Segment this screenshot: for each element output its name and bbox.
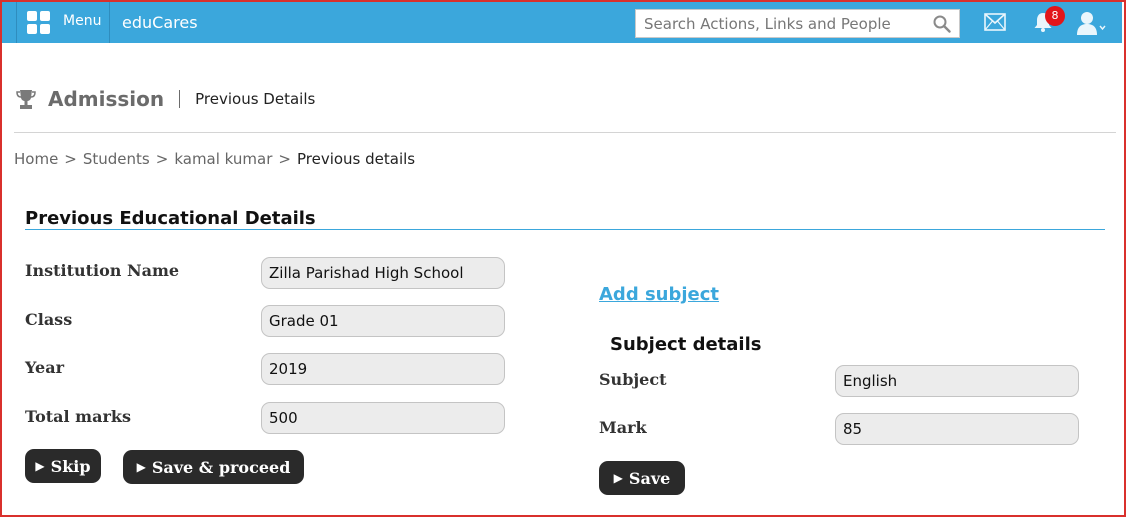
breadcrumb-student-name[interactable]: kamal kumar (174, 150, 272, 168)
menu-label: Menu (63, 13, 102, 29)
save-proceed-button[interactable]: ▶ Save & proceed (123, 450, 304, 484)
breadcrumb-separator: > (278, 150, 291, 168)
page-subtitle: Previous Details (195, 90, 316, 108)
page-header: Admission Previous Details (16, 86, 315, 112)
total-marks-input[interactable] (261, 402, 505, 434)
title-separator (179, 90, 181, 108)
skip-label: Skip (50, 456, 91, 476)
breadcrumb-current: Previous details (296, 150, 416, 168)
page-title: Admission (48, 87, 165, 111)
breadcrumb-separator: > (64, 150, 77, 168)
breadcrumb-home[interactable]: Home (14, 150, 58, 168)
subject-label: Subject (599, 370, 667, 389)
play-icon: ▶ (613, 471, 623, 485)
save-proceed-label: Save & proceed (151, 457, 291, 477)
play-icon: ▶ (35, 459, 45, 473)
total-marks-label: Total marks (25, 407, 131, 426)
search-box (635, 9, 960, 38)
year-input[interactable] (261, 353, 505, 385)
year-label: Year (25, 358, 65, 377)
subject-input[interactable] (835, 365, 1079, 397)
mail-icon[interactable] (984, 13, 1006, 31)
subject-details-title: Subject details (610, 334, 762, 355)
play-icon: ▶ (136, 460, 146, 474)
education-section-title: Previous Educational Details (25, 208, 316, 229)
institution-name-input[interactable] (261, 257, 505, 289)
class-input[interactable] (261, 305, 505, 337)
brand-link[interactable]: eduCares (122, 13, 198, 32)
mark-label: Mark (599, 418, 647, 437)
breadcrumb: Home > Students > kamal kumar > Previous detai… (14, 150, 415, 168)
mark-input[interactable] (835, 413, 1079, 445)
top-navbar: Menu eduCares 8 (2, 2, 1122, 43)
class-label: Class (25, 310, 73, 329)
skip-button[interactable]: ▶ Skip (25, 449, 101, 483)
breadcrumb-students[interactable]: Students (83, 150, 150, 168)
section-divider (25, 229, 1105, 230)
user-icon[interactable] (1076, 10, 1106, 36)
search-icon[interactable] (933, 15, 951, 33)
header-divider (14, 132, 1116, 133)
breadcrumb-separator: > (155, 150, 169, 168)
save-label: Save (628, 468, 671, 488)
save-subject-button[interactable]: ▶ Save (599, 461, 685, 495)
menu-button[interactable]: Menu (16, 2, 110, 43)
search-input[interactable] (636, 10, 926, 37)
notification-badge: 8 (1045, 6, 1065, 26)
grid-icon (27, 11, 51, 35)
institution-name-label: Institution Name (25, 261, 180, 280)
add-subject-link[interactable]: Add subject (599, 284, 719, 305)
trophy-icon (16, 90, 36, 109)
